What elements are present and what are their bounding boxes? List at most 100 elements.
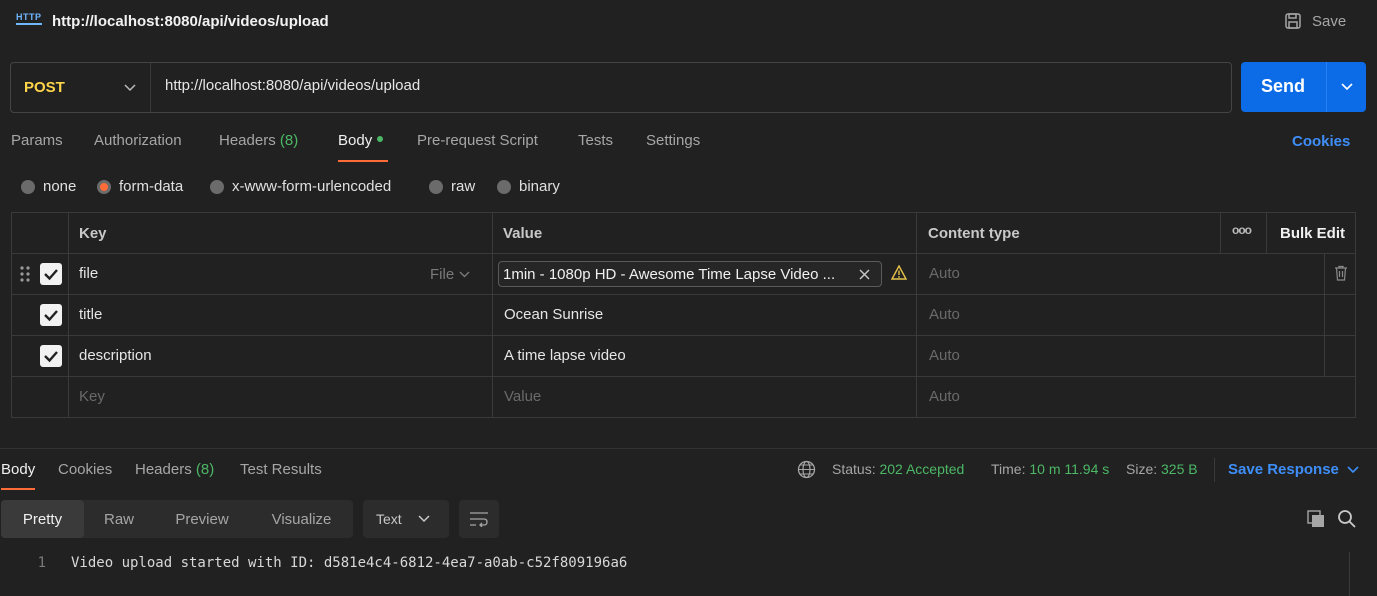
- radio-icon: [21, 179, 35, 194]
- row-value[interactable]: Ocean Sunrise: [504, 306, 603, 323]
- response-tab-cookies[interactable]: Cookies: [58, 461, 112, 490]
- time-label: Time:: [991, 461, 1026, 477]
- line-number: 1: [37, 555, 46, 571]
- status-separator: [1214, 458, 1215, 482]
- checkmark-icon: [44, 269, 58, 281]
- save-response-button[interactable]: Save Response: [1228, 461, 1359, 478]
- save-button[interactable]: Save: [1283, 11, 1346, 31]
- tab-tests[interactable]: Tests: [578, 132, 613, 162]
- row-key[interactable]: file: [79, 265, 98, 282]
- body-mode-binary-label: binary: [519, 178, 560, 195]
- view-pretty[interactable]: Pretty: [1, 500, 84, 538]
- request-title[interactable]: http://localhost:8080/api/videos/upload: [52, 13, 329, 30]
- response-time: Time: 10 m 11.94 s: [991, 461, 1109, 477]
- scrollbar[interactable]: [1349, 552, 1350, 596]
- tab-params[interactable]: Params: [11, 132, 63, 162]
- body-mode-urlencoded[interactable]: x-www-form-urlencoded: [210, 178, 391, 195]
- method-label: POST: [24, 79, 65, 96]
- response-tab-headers-count: (8): [195, 461, 215, 478]
- url-bar: POST http://localhost:8080/api/videos/up…: [10, 62, 1232, 113]
- response-tab-body[interactable]: Body: [1, 461, 36, 490]
- view-preview[interactable]: Preview: [154, 500, 250, 538]
- method-select[interactable]: POST: [11, 63, 151, 112]
- size-value[interactable]: 325 B: [1161, 461, 1198, 477]
- size-label: Size:: [1126, 461, 1158, 477]
- body-mode-none-label: none: [43, 178, 77, 195]
- search-icon[interactable]: [1337, 509, 1357, 533]
- row-content-type[interactable]: Auto: [929, 306, 960, 323]
- bulk-edit-button[interactable]: Bulk Edit: [1280, 225, 1345, 242]
- http-request-icon: HTTP: [16, 12, 42, 25]
- save-response-label: Save Response: [1228, 461, 1339, 478]
- row-checkbox[interactable]: [40, 345, 62, 367]
- form-data-table: Key Value Content type ooo Bulk Edit fil…: [11, 212, 1356, 418]
- response-view-toggle: Pretty Raw Preview Visualize: [1, 500, 353, 538]
- row-value[interactable]: A time lapse video: [504, 347, 626, 364]
- view-visualize[interactable]: Visualize: [250, 500, 353, 538]
- status-value[interactable]: 202 Accepted: [879, 461, 964, 477]
- tab-headers[interactable]: Headers (8): [219, 132, 298, 162]
- row-content-type[interactable]: Auto: [929, 265, 960, 282]
- checkmark-icon: [44, 351, 58, 363]
- body-modified-dot: [377, 136, 384, 143]
- response-divider: [0, 448, 1377, 449]
- column-header-content-type: Content type: [928, 225, 1020, 242]
- delete-row-icon[interactable]: [1334, 265, 1348, 285]
- row-checkbox[interactable]: [40, 263, 62, 285]
- format-label: Text: [376, 511, 402, 527]
- row-key[interactable]: title: [79, 306, 102, 323]
- new-value-input[interactable]: Value: [504, 388, 541, 405]
- save-icon: [1285, 13, 1301, 29]
- close-icon[interactable]: [859, 269, 870, 280]
- body-mode-form-data[interactable]: form-data: [97, 178, 183, 195]
- row-checkbox[interactable]: [40, 304, 62, 326]
- response-code-line: 1 Video upload started with ID: d581e4c4-…: [0, 555, 628, 571]
- row-key[interactable]: description: [79, 347, 152, 364]
- drag-handle-icon[interactable]: [20, 265, 30, 287]
- copy-icon[interactable]: [1306, 509, 1326, 533]
- url-input[interactable]: http://localhost:8080/api/videos/upload: [165, 77, 420, 94]
- chevron-down-icon: [418, 515, 430, 523]
- body-mode-raw[interactable]: raw: [429, 178, 475, 195]
- response-tab-test-results[interactable]: Test Results: [240, 461, 322, 490]
- send-button[interactable]: Send: [1241, 62, 1366, 112]
- chevron-down-icon: [1340, 83, 1353, 91]
- wrap-lines-button[interactable]: [459, 500, 499, 538]
- send-options-dropdown[interactable]: [1326, 62, 1366, 112]
- body-mode-binary[interactable]: binary: [497, 178, 560, 195]
- warning-icon[interactable]: [890, 264, 908, 284]
- row-content-type[interactable]: Auto: [929, 347, 960, 364]
- tab-settings[interactable]: Settings: [646, 132, 700, 162]
- globe-icon[interactable]: [797, 460, 816, 483]
- chevron-down-icon: [459, 271, 470, 278]
- body-mode-form-data-label: form-data: [119, 178, 184, 195]
- tab-authorization[interactable]: Authorization: [94, 132, 182, 162]
- response-tab-headers[interactable]: Headers (8): [135, 461, 214, 490]
- send-label: Send: [1261, 76, 1306, 96]
- key-type-label: File: [430, 266, 455, 283]
- checkmark-icon: [44, 310, 58, 322]
- body-mode-urlencoded-label: x-www-form-urlencoded: [232, 178, 392, 195]
- key-type-select[interactable]: File: [430, 266, 470, 283]
- save-label: Save: [1312, 12, 1347, 30]
- view-raw[interactable]: Raw: [84, 500, 154, 538]
- tab-prerequest-script[interactable]: Pre-request Script: [417, 132, 538, 162]
- tab-headers-count: (8): [279, 132, 299, 149]
- new-key-input[interactable]: Key: [79, 388, 105, 405]
- time-value[interactable]: 10 m 11.94 s: [1029, 461, 1109, 477]
- cookies-link[interactable]: Cookies: [1292, 133, 1350, 150]
- wrap-icon: [470, 512, 488, 527]
- column-header-key: Key: [79, 225, 107, 242]
- tab-body[interactable]: Body: [338, 132, 388, 162]
- line-text[interactable]: Video upload started with ID: d581e4c4-6…: [71, 555, 627, 571]
- response-status: Status: 202 Accepted: [832, 461, 964, 477]
- body-mode-none[interactable]: none: [21, 178, 76, 195]
- file-chip[interactable]: 1min - 1080p HD - Awesome Time Lapse Vid…: [498, 261, 882, 287]
- body-mode-raw-label: raw: [451, 178, 476, 195]
- column-header-value: Value: [503, 225, 543, 242]
- more-options-button[interactable]: ooo: [1232, 223, 1252, 237]
- format-select[interactable]: Text: [363, 500, 449, 538]
- radio-icon: [497, 179, 511, 194]
- status-label: Status:: [832, 461, 876, 477]
- new-content-type-input[interactable]: Auto: [929, 388, 960, 405]
